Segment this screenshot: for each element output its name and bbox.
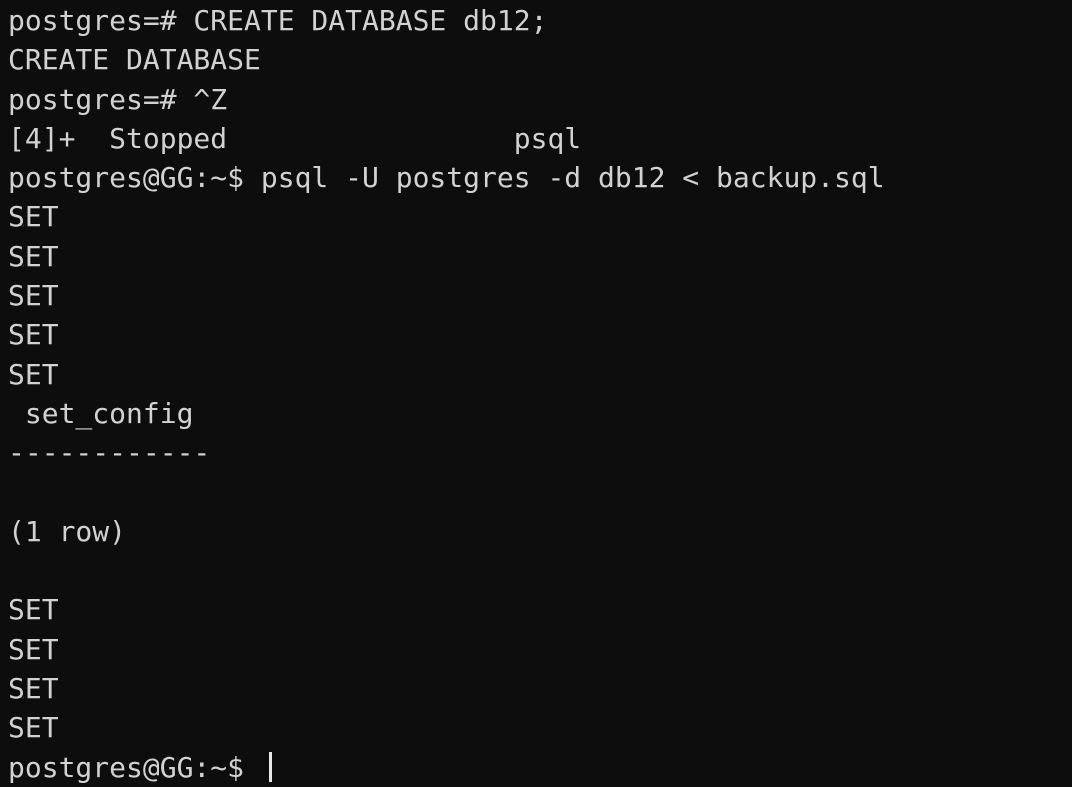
terminal-line-create-database-command: postgres=# CREATE DATABASE db12; <box>8 4 548 37</box>
terminal-line-psql-restore-command: postgres@GG:~$ psql -U postgres -d db12 … <box>8 161 885 195</box>
terminal-line-set-9: SET <box>8 711 59 745</box>
terminal-screen[interactable]: postgres=# CREATE DATABASE db12; CREATE … <box>8 1 1068 787</box>
terminal-line-result-header-separator: ------------ <box>8 436 211 470</box>
terminal-line-set-6: SET <box>8 593 59 627</box>
terminal-line-job-stopped-psql: [4]+ Stopped psql <box>8 121 582 155</box>
terminal-line-suspend-control-z: postgres=# ^Z <box>8 82 228 116</box>
terminal-window[interactable]: postgres=# CREATE DATABASE db12; CREATE … <box>0 0 1072 784</box>
terminal-line-set-5: SET <box>8 357 59 391</box>
terminal-line-result-empty-value <box>8 473 1068 512</box>
terminal-line-row-count: (1 row) <box>8 514 127 548</box>
terminal-line-set-4: SET <box>8 318 59 352</box>
terminal-line-set-2: SET <box>8 239 59 273</box>
shell-prompt-text: postgres@GG:~$ <box>8 750 261 784</box>
terminal-line-shell-prompt[interactable]: postgres@GG:~$ <box>8 748 1068 787</box>
terminal-line-set-7: SET <box>8 632 59 666</box>
terminal-line-result-column-header: set_config <box>8 396 194 430</box>
terminal-line-create-database-result: CREATE DATABASE <box>8 43 261 77</box>
terminal-line-set-8: SET <box>8 672 59 706</box>
text-cursor[interactable] <box>268 751 272 782</box>
terminal-line-set-1: SET <box>8 200 59 234</box>
terminal-line-set-3: SET <box>8 279 59 313</box>
